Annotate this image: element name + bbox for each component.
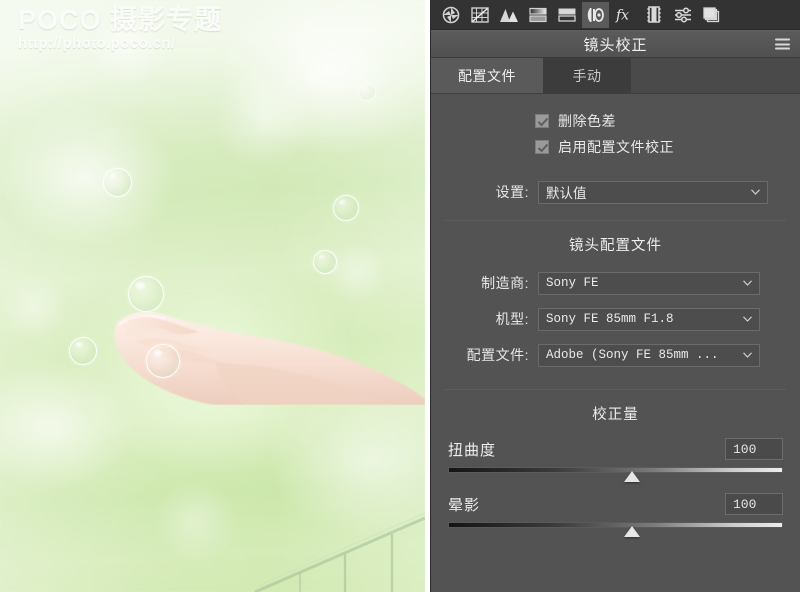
lens-correction-panel: fx 镜头校正 配置文件 手动 删除色差 启用配置文件校正 设置: 默认值 镜头… [430,0,800,592]
panel-title-bar: 镜头校正 [431,30,800,58]
profile-value: Adobe (Sony FE 85mm ... [546,348,719,362]
effects-icon[interactable]: fx [611,2,638,28]
profile-dropdown[interactable]: Adobe (Sony FE 85mm ... [538,343,760,367]
svg-text:fx: fx [615,8,629,24]
chevron-down-icon [743,280,752,286]
tone-curve-icon[interactable] [466,2,493,28]
slider-thumb[interactable] [624,526,641,537]
hsl-grayscale-icon[interactable] [524,2,551,28]
settings-label: 设置: [495,184,529,200]
bubble [313,250,337,274]
photo-preview[interactable]: POCO 摄影专题 http://photo.poco.cn/ [0,0,425,592]
bubble [146,344,180,378]
bubble [128,276,164,312]
slider-vignetting: 晕影 100 [448,491,783,537]
slider-label: 晕影 [448,496,481,514]
slider-header: 扭曲度 100 [448,436,783,462]
make-dropdown[interactable]: Sony FE [538,271,760,295]
panel-title: 镜头校正 [583,36,648,54]
slider-track[interactable] [448,467,783,482]
watermark: POCO 摄影专题 http://photo.poco.cn/ [18,5,223,53]
split-toning-icon[interactable] [553,2,580,28]
settings-dropdown[interactable]: 默认值 [538,180,768,204]
checkbox-group: 删除色差 启用配置文件校正 [431,94,800,166]
hamburger-icon[interactable] [775,38,790,50]
lens-profile-heading: 镜头配置文件 [569,238,662,254]
settings-value: 默认值 [546,186,587,201]
slider-value-field[interactable]: 100 [725,438,783,460]
slider-header: 晕影 100 [448,491,783,517]
panel-tabs: 配置文件 手动 [431,58,800,94]
chevron-down-icon [751,189,760,195]
panel-body: 删除色差 启用配置文件校正 设置: 默认值 镜头配置文件 制造商: Sony F… [431,94,800,537]
model-label: 机型: [495,311,529,327]
chevron-down-icon [743,316,752,322]
slider-distortion: 扭曲度 100 [448,436,783,482]
chevron-down-icon [743,352,752,358]
presets-icon[interactable] [669,2,696,28]
checkbox-row-remove-chromatic-aberration[interactable]: 删除色差 [431,108,800,134]
tab-manual[interactable]: 手动 [543,58,631,93]
slider-value-field[interactable]: 100 [725,493,783,515]
profile-label: 配置文件: [466,347,529,363]
bubble [358,83,376,101]
slider-label: 扭曲度 [448,441,497,459]
calibration-icon[interactable] [640,2,667,28]
checkbox-row-enable-profile-corrections[interactable]: 启用配置文件校正 [431,134,800,160]
model-dropdown[interactable]: Sony FE 85mm F1.8 [538,307,760,331]
tab-filler [631,58,800,93]
check-icon [537,117,549,127]
bubble [103,168,132,197]
railing-graphic [254,512,425,592]
correction-heading: 校正量 [592,407,639,423]
model-value: Sony FE 85mm F1.8 [546,312,674,326]
checkbox-remove-chromatic-aberration[interactable] [535,114,549,128]
checkbox-label: 删除色差 [558,113,616,129]
tab-profile[interactable]: 配置文件 [431,58,543,93]
make-value: Sony FE [546,276,599,290]
watermark-url: http://photo.poco.cn/ [18,35,176,53]
detail-icon[interactable] [495,2,522,28]
correction-sliders: 扭曲度 100 晕影 100 [431,436,800,537]
settings-row: 设置: 默认值 [431,176,800,208]
profile-row: 配置文件: Adobe (Sony FE 85mm ... [431,339,800,371]
check-icon [537,143,549,153]
bubble [333,195,359,221]
watermark-title: POCO 摄影专题 [18,5,223,35]
bubble [69,337,97,365]
basic-panel-icon[interactable] [437,2,464,28]
checkbox-enable-profile-corrections[interactable] [535,140,549,154]
checkbox-label: 启用配置文件校正 [558,139,674,155]
make-row: 制造商: Sony FE [431,267,800,299]
snapshots-icon[interactable] [698,2,725,28]
slider-track[interactable] [448,522,783,537]
make-label: 制造商: [481,275,529,291]
panel-icon-toolbar: fx [431,0,800,30]
lens-correction-icon[interactable] [582,1,609,28]
app-screenshot: POCO 摄影专题 http://photo.poco.cn/ fx 镜头校正 … [0,0,800,592]
slider-thumb[interactable] [624,471,641,482]
model-row: 机型: Sony FE 85mm F1.8 [431,303,800,335]
